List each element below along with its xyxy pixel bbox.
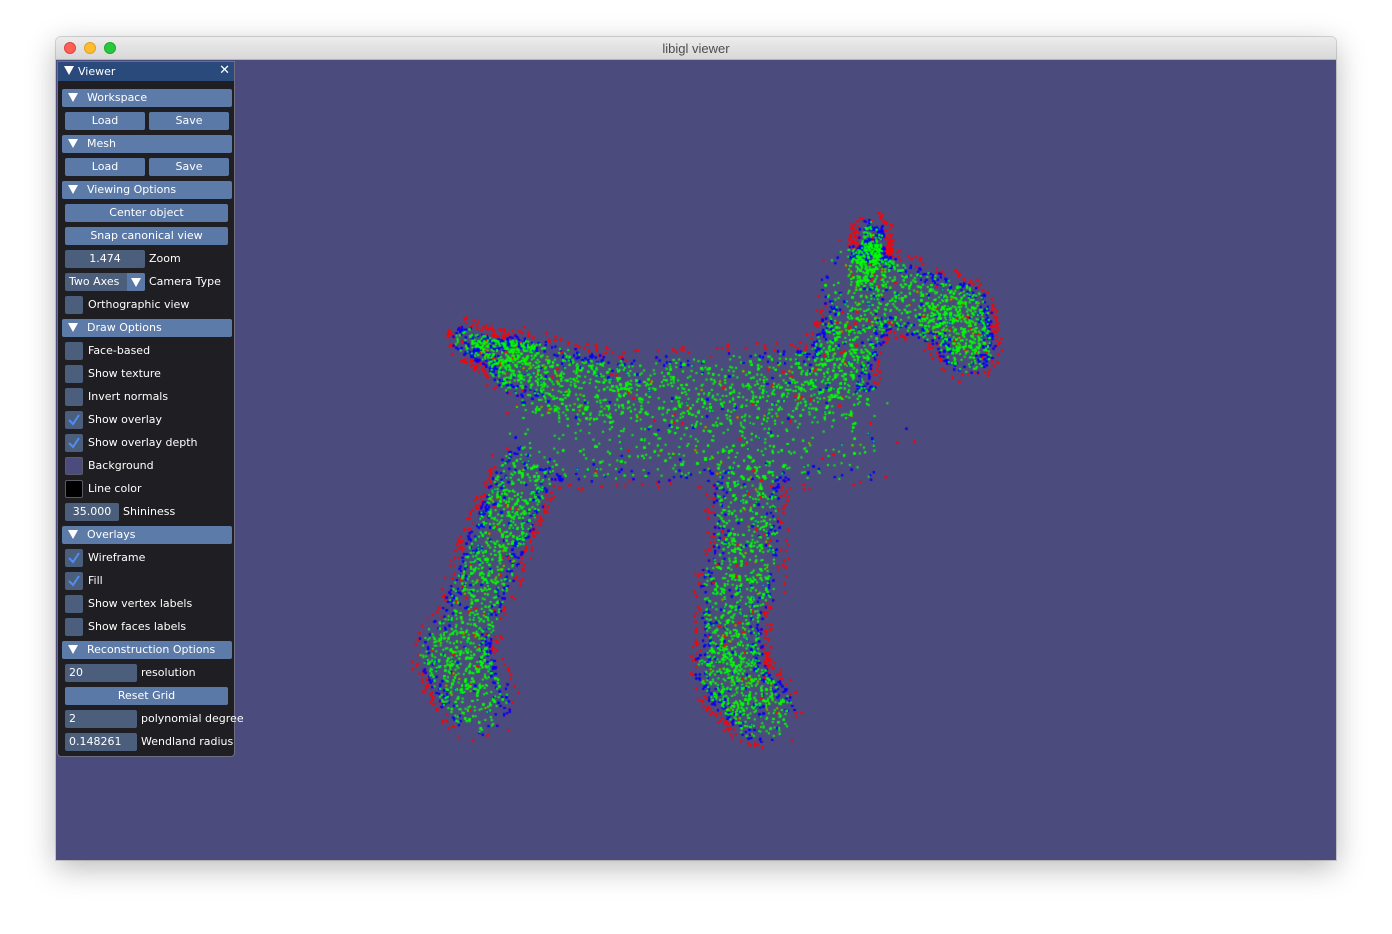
section-label: Viewing Options: [87, 183, 177, 196]
point-cloud-canvas[interactable]: [56, 60, 1336, 860]
chevron-down-icon: [68, 645, 78, 654]
line-color-swatch[interactable]: [65, 480, 83, 498]
section-reconstruction-options-header[interactable]: Reconstruction Options: [62, 641, 232, 659]
section-viewing-options-header[interactable]: Viewing Options: [62, 181, 232, 199]
title-bar: libigl viewer: [56, 37, 1336, 60]
checkbox-label: Invert normals: [88, 390, 169, 403]
checkbox[interactable]: [65, 365, 83, 383]
checkbox-label: Fill: [88, 574, 103, 587]
chevron-down-icon: [68, 323, 78, 332]
panel-title-bar[interactable]: Viewer ✕: [58, 62, 234, 81]
camera-type-select[interactable]: Two Axes: [65, 273, 145, 291]
checkbox[interactable]: [65, 572, 83, 590]
chevron-down-icon: [68, 185, 78, 194]
section-overlays-header[interactable]: Overlays: [62, 526, 232, 544]
dropdown-button[interactable]: [127, 273, 145, 291]
workspace-save-button[interactable]: Save: [149, 112, 229, 130]
checkbox[interactable]: [65, 434, 83, 452]
checkbox-label: Show overlay depth: [88, 436, 198, 449]
polynomial-degree-input[interactable]: 2: [65, 710, 137, 728]
mesh-load-button[interactable]: Load: [65, 158, 145, 176]
checkbox-label: Show faces labels: [88, 620, 187, 633]
checkbox-label: Show texture: [88, 367, 161, 380]
background-color-label: Background: [88, 459, 154, 472]
checkmark-icon: [68, 437, 80, 449]
section-label: Workspace: [87, 91, 148, 104]
checkbox[interactable]: [65, 411, 83, 429]
checkbox-label: Wireframe: [88, 551, 146, 564]
resolution-input[interactable]: 20: [65, 664, 137, 682]
background-color-swatch[interactable]: [65, 457, 83, 475]
chevron-down-icon: [131, 278, 141, 287]
chevron-down-icon: [68, 93, 78, 102]
checkmark-icon: [68, 552, 80, 564]
3d-viewport[interactable]: Viewer ✕ Workspace Load Save Mesh Load S…: [56, 60, 1336, 860]
section-label: Reconstruction Options: [87, 643, 216, 656]
shininess-input[interactable]: 35.000: [65, 503, 119, 521]
reset-grid-button[interactable]: Reset Grid: [65, 687, 228, 705]
camera-type-label: Camera Type: [149, 275, 221, 288]
section-mesh-header[interactable]: Mesh: [62, 135, 232, 153]
app-window: libigl viewer Viewer ✕ Workspace Load Sa…: [56, 37, 1336, 860]
mesh-save-button[interactable]: Save: [149, 158, 229, 176]
checkbox[interactable]: [65, 595, 83, 613]
checkbox[interactable]: [65, 618, 83, 636]
checkmark-icon: [68, 575, 80, 587]
panel-title: Viewer: [78, 65, 116, 78]
wendland-radius-label: Wendland radius: [141, 735, 234, 748]
window-title: libigl viewer: [662, 41, 730, 56]
polynomial-degree-label: polynomial degree: [141, 712, 244, 725]
checkbox-label: Face-based: [88, 344, 151, 357]
camera-type-value: Two Axes: [69, 275, 120, 288]
snap-canonical-view-button[interactable]: Snap canonical view: [65, 227, 228, 245]
collapse-arrow-icon[interactable]: [64, 66, 74, 75]
shininess-label: Shininess: [123, 505, 176, 518]
checkbox-label: Show vertex labels: [88, 597, 193, 610]
checkmark-icon: [68, 414, 80, 426]
center-object-button[interactable]: Center object: [65, 204, 228, 222]
checkbox-label: Show overlay: [88, 413, 163, 426]
orthographic-view-checkbox[interactable]: [65, 296, 83, 314]
checkbox[interactable]: [65, 342, 83, 360]
checkbox[interactable]: [65, 549, 83, 567]
zoom-input[interactable]: 1.474: [65, 250, 145, 268]
chevron-down-icon: [68, 530, 78, 539]
section-workspace-header[interactable]: Workspace: [62, 89, 232, 107]
zoom-label: Zoom: [149, 252, 181, 265]
chevron-down-icon: [68, 139, 78, 148]
section-label: Overlays: [87, 528, 136, 541]
wendland-radius-input[interactable]: 0.148261: [65, 733, 137, 751]
viewer-panel: Viewer ✕ Workspace Load Save Mesh Load S…: [57, 61, 244, 757]
section-label: Mesh: [87, 137, 116, 150]
workspace-load-button[interactable]: Load: [65, 112, 145, 130]
orthographic-view-label: Orthographic view: [88, 298, 190, 311]
line-color-label: Line color: [88, 482, 142, 495]
close-icon[interactable]: ✕: [219, 64, 230, 77]
resolution-label: resolution: [141, 666, 196, 679]
checkbox[interactable]: [65, 388, 83, 406]
section-draw-options-header[interactable]: Draw Options: [62, 319, 232, 337]
section-label: Draw Options: [87, 321, 162, 334]
